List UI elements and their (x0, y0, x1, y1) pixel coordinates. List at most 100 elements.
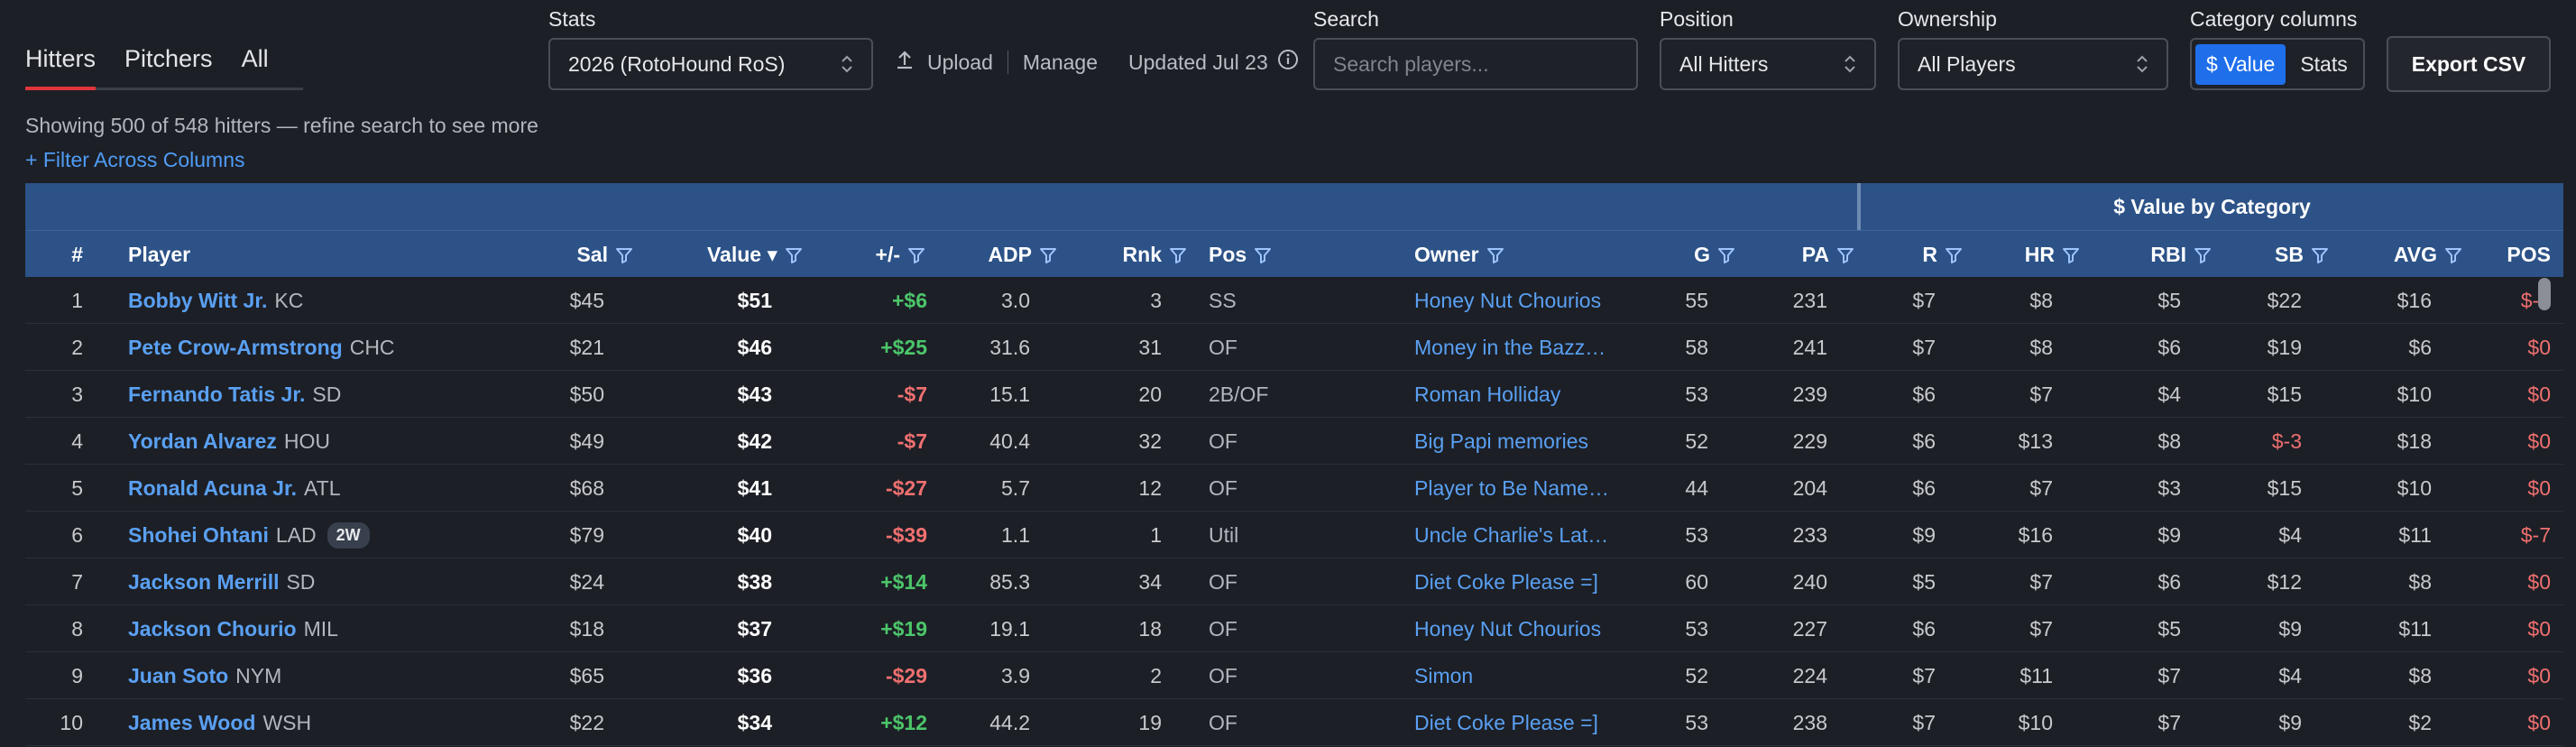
column-header-diff[interactable]: +/- (819, 231, 925, 278)
player-name-link[interactable]: Ronald Acuna Jr. (128, 476, 297, 501)
column-header-g[interactable]: G (1631, 231, 1735, 278)
player-name-link[interactable]: Pete Crow-Armstrong (128, 336, 343, 360)
player-team: CHC (349, 335, 395, 359)
player-name-link[interactable]: Shohei Ohtani (128, 523, 269, 548)
table-row[interactable]: 5 Ronald Acuna Jr. ATL $68 $41 -$27 5.7 12 OF Pla… (25, 465, 2563, 512)
filter-icon[interactable] (907, 245, 925, 263)
cell-diff: +$12 (880, 710, 927, 734)
column-header-adp[interactable]: ADP (936, 231, 1057, 278)
table-row[interactable]: 2 Pete Crow-Armstrong CHC $21 $46 +$25 31.6 31 O… (25, 324, 2563, 371)
player-team: LAD (275, 522, 317, 547)
cell-r: $7 (1912, 288, 1936, 312)
info-icon[interactable] (1277, 49, 1299, 76)
column-header-r[interactable]: R (1856, 231, 1963, 278)
column-header-owner[interactable]: Owner (1414, 231, 1622, 278)
player-name-link[interactable]: James Wood (128, 711, 255, 735)
filter-icon[interactable] (1486, 245, 1504, 263)
cell-value: $42 (737, 429, 772, 453)
column-header-sal[interactable]: Sal (503, 231, 633, 278)
export-csv-button[interactable]: Export CSV (2387, 36, 2551, 92)
ownership-select[interactable]: All Players (1898, 38, 2168, 90)
upload-icon[interactable] (895, 49, 915, 76)
filter-icon[interactable] (1717, 245, 1735, 263)
column-header-label: G (1694, 242, 1710, 266)
owner-link[interactable]: Money in the Bazz… (1414, 324, 1631, 371)
cell-rbi: $8 (2157, 429, 2181, 453)
player-name-link[interactable]: Juan Soto (128, 664, 228, 688)
column-header-avg[interactable]: AVG (2334, 231, 2462, 278)
tab-all[interactable]: All (242, 40, 269, 88)
table-body: 1 Bobby Witt Jr. KC $45 $51 +$6 3.0 3 SS Honey Nu… (25, 277, 2563, 746)
cell-sal: $22 (569, 710, 604, 734)
stats-select[interactable]: 2026 (RotoHound RoS) (548, 38, 873, 90)
cell-num: 8 (71, 616, 83, 641)
table-row[interactable]: 7 Jackson Merrill SD $24 $38 +$14 85.3 34 OF Diet… (25, 558, 2563, 605)
owner-link[interactable]: Roman Holliday (1414, 371, 1631, 418)
owner-link[interactable]: Uncle Charlie's Lat… (1414, 512, 1631, 558)
cell-num: 10 (60, 710, 83, 734)
column-header-sb[interactable]: SB (2217, 231, 2329, 278)
filter-icon[interactable] (615, 245, 633, 263)
cell-num: 3 (71, 382, 83, 406)
player-name-link[interactable]: Bobby Witt Jr. (128, 289, 267, 313)
cell-num: 6 (71, 522, 83, 547)
column-header-pa[interactable]: PA (1739, 231, 1854, 278)
column-header-rnk[interactable]: Rnk (1063, 231, 1187, 278)
cell-num: 4 (71, 429, 83, 453)
cell-diff: -$39 (885, 522, 927, 547)
filter-icon[interactable] (1945, 245, 1963, 263)
column-header-rbi[interactable]: RBI (2091, 231, 2212, 278)
cell-player: Pete Crow-Armstrong CHC (128, 324, 507, 371)
filter-icon[interactable] (2444, 245, 2462, 263)
owner-link[interactable]: Honey Nut Chourios (1414, 277, 1631, 324)
owner-link[interactable]: Honey Nut Chourios (1414, 605, 1631, 652)
toggle-value-button[interactable]: $ Value (2195, 43, 2286, 85)
table-row[interactable]: 4 Yordan Alvarez HOU $49 $42 -$7 40.4 32 OF Big P… (25, 418, 2563, 465)
table-row[interactable]: 10 James Wood WSH $22 $34 +$12 44.2 19 OF Diet Co… (25, 699, 2563, 746)
owner-link[interactable]: Big Papi memories (1414, 418, 1631, 465)
position-select[interactable]: All Hitters (1660, 38, 1876, 90)
column-header-label: Rnk (1122, 242, 1162, 266)
cell-pa: 233 (1792, 522, 1827, 547)
column-header-value[interactable]: Value ▾ (648, 231, 803, 278)
table-row[interactable]: 9 Juan Soto NYM $65 $36 -$29 3.9 2 OF Simon 52 224 $… (25, 652, 2563, 699)
owner-link[interactable]: Simon (1414, 652, 1631, 699)
tab-hitters[interactable]: Hitters (25, 40, 97, 90)
owner-link[interactable]: Diet Coke Please =] (1414, 699, 1631, 746)
player-name-link[interactable]: Jackson Merrill (128, 570, 279, 595)
player-name-link[interactable]: Jackson Chourio (128, 617, 297, 641)
table-row[interactable]: 1 Bobby Witt Jr. KC $45 $51 +$6 3.0 3 SS Honey Nu… (25, 277, 2563, 324)
cell-diff: +$25 (880, 335, 927, 359)
filter-icon[interactable] (2194, 245, 2212, 263)
filter-icon[interactable] (785, 245, 803, 263)
owner-link[interactable]: Player to Be Name… (1414, 465, 1631, 512)
cell-pos: SS (1209, 288, 1237, 312)
filter-icon[interactable] (1039, 245, 1057, 263)
cell-posv: $0 (2527, 429, 2551, 453)
table-row[interactable]: 3 Fernando Tatis Jr. SD $50 $43 -$7 15.1 20 2B/O… (25, 371, 2563, 418)
filter-icon[interactable] (1169, 245, 1187, 263)
cell-hr: $8 (2029, 335, 2053, 359)
column-header-player[interactable]: Player (128, 231, 507, 278)
column-header-posv[interactable]: POS (2461, 231, 2551, 278)
player-name-link[interactable]: Fernando Tatis Jr. (128, 383, 305, 407)
upload-button[interactable]: Upload (927, 51, 993, 75)
filter-icon[interactable] (2062, 245, 2080, 263)
search-input[interactable] (1313, 38, 1638, 90)
column-header-pos[interactable]: Pos (1209, 231, 1389, 278)
toggle-stats-button[interactable]: Stats (2291, 44, 2356, 85)
filter-icon[interactable] (1836, 245, 1854, 263)
scrollbar-thumb[interactable] (2538, 278, 2551, 310)
manage-button[interactable]: Manage (1023, 51, 1098, 75)
column-header-num[interactable]: # (25, 231, 83, 278)
cell-hr: $13 (2018, 429, 2053, 453)
filter-across-columns-link[interactable]: + Filter Across Columns (25, 148, 245, 172)
tab-pitchers[interactable]: Pitchers (124, 40, 213, 88)
player-name-link[interactable]: Yordan Alvarez (128, 429, 277, 454)
owner-link[interactable]: Diet Coke Please =] (1414, 558, 1631, 605)
filter-icon[interactable] (2311, 245, 2329, 263)
table-row[interactable]: 8 Jackson Chourio MIL $18 $37 +$19 19.1 18 OF Hon… (25, 605, 2563, 652)
column-header-hr[interactable]: HR (1973, 231, 2080, 278)
table-row[interactable]: 6 Shohei Ohtani LAD 2W $79 $40 -$39 1.1 1 Util Unc… (25, 512, 2563, 558)
filter-icon[interactable] (1254, 245, 1272, 263)
